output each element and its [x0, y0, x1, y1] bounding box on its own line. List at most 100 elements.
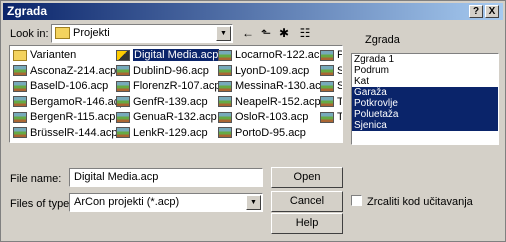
view-menu-icon[interactable]: ☷	[293, 25, 317, 41]
back-icon[interactable]: ←	[239, 25, 257, 41]
help-button[interactable]: Help	[271, 213, 343, 234]
help-title-button[interactable]: ?	[469, 5, 483, 18]
file-name: FlorenzR-107.acp	[133, 80, 221, 93]
file-name: DublinD-96.acp	[133, 64, 209, 77]
file-name: LocarnoR-122.acp	[235, 49, 326, 62]
file-name: Ti	[337, 95, 343, 108]
file-name: Tr	[337, 111, 343, 124]
project-file-icon	[320, 49, 334, 61]
open-button[interactable]: Open	[271, 167, 343, 188]
file-name: Pi	[337, 49, 342, 61]
project-file-icon	[320, 65, 334, 77]
title-bar: Zgrada ? X	[3, 3, 503, 20]
folder-icon	[55, 27, 70, 40]
project-file-icon	[13, 96, 27, 108]
project-file-icon	[13, 127, 27, 139]
project-file-icon	[116, 65, 130, 77]
file-name: AsconaZ-214.acp	[30, 64, 117, 77]
file-list-item[interactable]: LocarnoR-122.acp	[218, 49, 326, 63]
project-file-icon	[13, 65, 27, 77]
mirror-checkbox[interactable]	[351, 195, 362, 206]
project-file-icon	[320, 111, 334, 123]
file-list-item[interactable]: MessinaR-130.acp	[218, 80, 327, 94]
file-list-item[interactable]: AsconaZ-214.acp	[13, 65, 116, 79]
file-name: OsloR-103.acp	[235, 111, 309, 124]
file-name: GenfR-139.acp	[133, 95, 208, 108]
file-name: NeapelR-152.acp	[235, 95, 321, 108]
file-list-item[interactable]: GenuaR-132.acp	[116, 111, 217, 125]
file-name: BrüsselR-144.acp	[30, 126, 118, 139]
project-file-icon	[320, 80, 334, 92]
close-button[interactable]: X	[485, 5, 499, 18]
up-folder-icon[interactable]: ⬑	[257, 25, 275, 41]
cancel-button[interactable]: Cancel	[271, 191, 343, 212]
project-file-icon	[13, 111, 27, 123]
floor-list-item[interactable]: Kat	[352, 76, 498, 87]
project-file-icon	[320, 96, 334, 108]
file-name: Varianten	[30, 49, 77, 62]
file-name: BergamoR-146.acp	[30, 95, 126, 108]
file-list-item[interactable]: Sl	[320, 65, 342, 79]
file-name-input[interactable]: Digital Media.acp	[69, 168, 263, 187]
file-type-value: ArCon projekti (*.acp)	[74, 196, 180, 208]
floors-title: Zgrada	[365, 34, 400, 46]
project-file-icon	[218, 80, 232, 92]
file-name: BaselD-106.acp	[30, 80, 109, 93]
chevron-down-icon[interactable]: ▼	[246, 195, 261, 210]
file-list-item[interactable]: BergenR-115.acp	[13, 111, 115, 125]
file-name: St	[337, 80, 342, 92]
file-name: LyonD-109.acp	[235, 64, 310, 77]
project-file-icon	[218, 96, 232, 108]
file-type-combo[interactable]: ArCon projekti (*.acp) ▼	[69, 193, 263, 212]
file-list-item[interactable]: Ti	[320, 95, 343, 110]
project-file-icon	[116, 49, 130, 61]
floor-list-item[interactable]: Sjenica	[352, 120, 498, 131]
project-file-icon	[116, 80, 130, 92]
floor-list-item[interactable]: Garaža	[352, 87, 498, 98]
file-list-item[interactable]: Varianten	[13, 49, 76, 63]
file-list-item[interactable]: BaselD-106.acp	[13, 80, 108, 94]
floor-list-item[interactable]: Potkrovlje	[352, 98, 498, 109]
file-list-item[interactable]: PortoD-95.acp	[218, 127, 306, 141]
chevron-down-icon[interactable]: ▼	[216, 26, 231, 41]
file-list-item[interactable]: DublinD-96.acp	[116, 65, 209, 79]
look-in-combo[interactable]: Projekti ▼	[51, 24, 233, 43]
floor-list[interactable]: Zgrada 1 Podrum Kat Garaža Potkrovlje Polueta…	[351, 53, 499, 145]
file-list-item[interactable]: St	[320, 80, 342, 94]
window-title: Zgrada	[7, 4, 48, 18]
file-list-item[interactable]: Tr	[320, 111, 343, 125]
file-list-item[interactable]: GenfR-139.acp	[116, 96, 208, 110]
file-name: MessinaR-130.acp	[235, 80, 327, 93]
look-in-label: Look in:	[10, 28, 49, 40]
new-folder-icon[interactable]: ✱	[275, 25, 293, 41]
file-list-item[interactable]: OsloR-103.acp	[218, 111, 308, 125]
file-name: GenuaR-132.acp	[133, 111, 217, 124]
file-name: PortoD-95.acp	[235, 126, 306, 139]
floor-list-item[interactable]: Podrum	[352, 65, 498, 76]
file-list-item[interactable]: Digital Media.acp	[116, 49, 220, 63]
file-name-value: Digital Media.acp	[74, 171, 159, 183]
folder-icon	[13, 49, 27, 61]
project-file-icon	[218, 49, 232, 61]
project-file-icon	[218, 111, 232, 123]
file-list-item[interactable]: LyonD-109.acp	[218, 65, 309, 79]
file-list-item[interactable]: Pi	[320, 49, 342, 63]
file-list-item[interactable]: LenkR-129.acp	[116, 127, 208, 141]
project-file-icon	[116, 96, 130, 108]
project-file-icon	[13, 80, 27, 92]
dialog-window: Zgrada ? X Look in: Projekti ▼ ← ⬑ ✱ ☷ V…	[0, 0, 506, 242]
file-list-item[interactable]: FlorenzR-107.acp	[116, 80, 220, 94]
file-list[interactable]: Varianten AsconaZ-214.acp BaselD-106.acp Be…	[9, 45, 343, 143]
floor-list-item[interactable]: Zgrada 1	[352, 54, 498, 65]
file-list-item[interactable]: NeapelR-152.acp	[218, 96, 321, 110]
file-list-item[interactable]: BrüsselR-144.acp	[13, 127, 117, 141]
file-list-item[interactable]: BergamoR-146.acp	[13, 96, 125, 110]
file-name-label: File name:	[10, 173, 62, 185]
project-file-icon	[218, 127, 232, 139]
file-name: BergenR-115.acp	[30, 111, 116, 124]
floor-list-item[interactable]: Poluetaža	[352, 109, 498, 120]
file-name: Digital Media.acp	[133, 49, 220, 62]
project-file-icon	[116, 111, 130, 123]
look-in-value: Projekti	[73, 27, 110, 39]
mirror-checkbox-label: Zrcaliti kod učitavanja	[367, 196, 473, 208]
